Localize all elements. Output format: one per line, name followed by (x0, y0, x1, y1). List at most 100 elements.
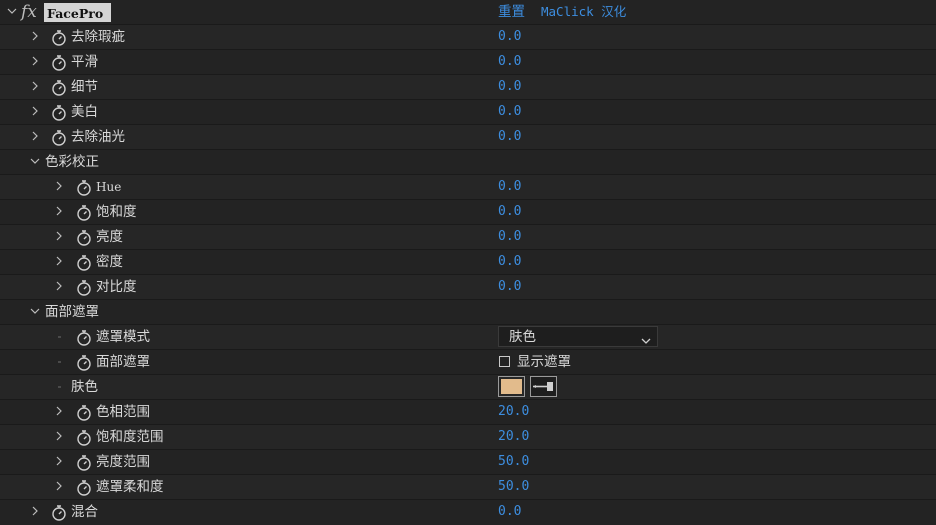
chevron-right-icon[interactable] (54, 456, 64, 466)
param-value[interactable]: 0.0 (498, 75, 521, 99)
param-value[interactable]: 0.0 (498, 100, 521, 124)
stopwatch-icon[interactable] (76, 329, 92, 346)
param-row-density: 密度 0.0 (0, 250, 936, 275)
effect-header-row: fx FacePro 重置 MaClick 汉化 (0, 0, 936, 25)
param-value[interactable]: 0.0 (498, 125, 521, 149)
param-label: 美白 (71, 104, 98, 120)
stopwatch-icon[interactable] (76, 454, 92, 471)
chevron-right-icon[interactable] (54, 431, 64, 441)
chevron-down-icon[interactable] (7, 6, 17, 16)
param-row-contrast: 对比度 0.0 (0, 275, 936, 300)
param-row-whiten: 美白 0.0 (0, 100, 936, 125)
stopwatch-icon[interactable] (76, 404, 92, 421)
param-row-detail: 细节 0.0 (0, 75, 936, 100)
param-value[interactable]: 0.0 (498, 225, 521, 249)
stopwatch-icon[interactable] (51, 29, 67, 46)
param-label: 饱和度范围 (96, 429, 164, 445)
mask-mode-dropdown[interactable]: 肤色 (498, 326, 658, 347)
param-label: 肤色 (71, 379, 98, 395)
param-label: 亮度 (96, 229, 123, 245)
skin-color-swatch[interactable] (498, 376, 525, 397)
effect-controls-panel: fx FacePro 重置 MaClick 汉化 去除瑕疵 0.0 平滑 0.0 (0, 0, 936, 525)
show-mask-label[interactable]: 显示遮罩 (517, 350, 571, 374)
stopwatch-icon[interactable] (76, 204, 92, 221)
stopwatch-icon[interactable] (76, 229, 92, 246)
chevron-right-icon[interactable] (30, 506, 40, 516)
param-row-skin-color: 肤色 (0, 375, 936, 400)
param-row-hue: Hue 0.0 (0, 175, 936, 200)
param-label: 对比度 (96, 279, 137, 295)
param-label: 遮罩柔和度 (96, 479, 164, 495)
param-value[interactable]: 0.0 (498, 200, 521, 224)
chevron-right-icon[interactable] (30, 56, 40, 66)
param-value[interactable]: 0.0 (498, 500, 521, 524)
chevron-down-icon (641, 333, 651, 349)
chevron-down-icon[interactable] (30, 306, 40, 316)
eyedropper-icon[interactable] (530, 376, 557, 397)
param-value[interactable]: 20.0 (498, 425, 529, 449)
param-row-sat-range: 饱和度范围 20.0 (0, 425, 936, 450)
param-label: Hue (96, 180, 122, 194)
group-row-face-mask: 面部遮罩 (0, 300, 936, 325)
param-row-smooth: 平滑 0.0 (0, 50, 936, 75)
no-twirl-marker (58, 361, 61, 363)
show-mask-checkbox[interactable] (499, 356, 510, 367)
param-row-deshine: 去除油光 0.0 (0, 125, 936, 150)
param-value[interactable]: 0.0 (498, 175, 521, 199)
param-value[interactable]: 0.0 (498, 25, 521, 49)
stopwatch-icon[interactable] (51, 79, 67, 96)
stopwatch-icon[interactable] (76, 354, 92, 371)
chevron-right-icon[interactable] (54, 181, 64, 191)
param-label: 亮度范围 (96, 454, 150, 470)
param-row-hue-range: 色相范围 20.0 (0, 400, 936, 425)
stopwatch-icon[interactable] (51, 104, 67, 121)
param-label: 混合 (71, 504, 98, 520)
stopwatch-icon[interactable] (76, 429, 92, 446)
reset-button[interactable]: 重置 (498, 0, 525, 24)
group-row-color-correction: 色彩校正 (0, 150, 936, 175)
chevron-right-icon[interactable] (30, 81, 40, 91)
fx-icon[interactable]: fx (21, 2, 37, 22)
param-label: 饱和度 (96, 204, 137, 220)
group-label: 色彩校正 (45, 154, 99, 170)
chevron-right-icon[interactable] (30, 31, 40, 41)
param-value[interactable]: 0.0 (498, 50, 521, 74)
param-label: 遮罩模式 (96, 329, 150, 345)
swatch-fill (501, 379, 522, 394)
param-label: 平滑 (71, 54, 98, 70)
chevron-right-icon[interactable] (54, 256, 64, 266)
chevron-right-icon[interactable] (54, 206, 64, 216)
param-row-brightness: 亮度 0.0 (0, 225, 936, 250)
chevron-right-icon[interactable] (54, 481, 64, 491)
param-label: 面部遮罩 (96, 354, 150, 370)
chevron-right-icon[interactable] (54, 406, 64, 416)
param-label: 去除油光 (71, 129, 125, 145)
param-row-face-mask-toggle: 面部遮罩 显示遮罩 (0, 350, 936, 375)
chevron-down-icon[interactable] (30, 156, 40, 166)
stopwatch-icon[interactable] (76, 479, 92, 496)
param-row-mask-mode: 遮罩模式 肤色 (0, 325, 936, 350)
stopwatch-icon[interactable] (51, 54, 67, 71)
credit-link[interactable]: MaClick 汉化 (541, 0, 626, 24)
effect-name[interactable]: FacePro (44, 3, 112, 22)
chevron-right-icon[interactable] (54, 281, 64, 291)
stopwatch-icon[interactable] (76, 254, 92, 271)
chevron-right-icon[interactable] (30, 131, 40, 141)
param-row-blemish: 去除瑕疵 0.0 (0, 25, 936, 50)
stopwatch-icon[interactable] (76, 279, 92, 296)
no-twirl-marker (58, 386, 61, 388)
param-value[interactable]: 50.0 (498, 475, 529, 499)
no-twirl-marker (58, 336, 61, 338)
stopwatch-icon[interactable] (51, 504, 67, 521)
param-value[interactable]: 20.0 (498, 400, 529, 424)
param-row-saturation: 饱和度 0.0 (0, 200, 936, 225)
param-value[interactable]: 0.0 (498, 275, 521, 299)
chevron-right-icon[interactable] (30, 106, 40, 116)
chevron-right-icon[interactable] (54, 231, 64, 241)
stopwatch-icon[interactable] (51, 129, 67, 146)
stopwatch-icon[interactable] (76, 179, 92, 196)
param-row-softness: 遮罩柔和度 50.0 (0, 475, 936, 500)
param-value[interactable]: 50.0 (498, 450, 529, 474)
param-value[interactable]: 0.0 (498, 250, 521, 274)
group-label: 面部遮罩 (45, 304, 99, 320)
